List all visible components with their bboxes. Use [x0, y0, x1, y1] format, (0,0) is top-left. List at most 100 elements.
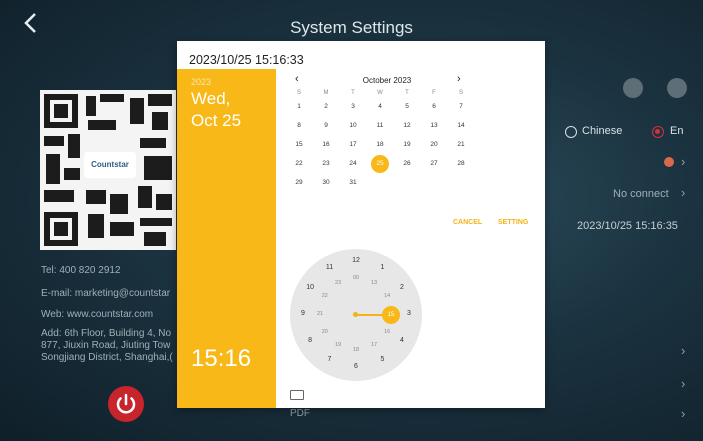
- clock-hour-label[interactable]: 3: [403, 310, 415, 317]
- calendar-day[interactable]: 22: [289, 156, 309, 172]
- calendar-day[interactable]: 16: [316, 137, 336, 153]
- calendar-day[interactable]: 27: [424, 156, 444, 172]
- chevron-right-icon[interactable]: ›: [681, 406, 685, 421]
- calendar-day[interactable]: 2: [316, 99, 336, 115]
- clock-inner-label[interactable]: 17: [368, 342, 380, 348]
- calendar-day[interactable]: 30: [316, 175, 336, 191]
- calendar-day[interactable]: 6: [424, 99, 444, 115]
- page-title: System Settings: [290, 18, 413, 37]
- calendar-day[interactable]: 14: [451, 118, 471, 134]
- weekday-label: W: [377, 90, 383, 96]
- calendar-day[interactable]: 28: [451, 156, 471, 172]
- network-status: No connect: [613, 188, 669, 200]
- edit-icon[interactable]: [623, 78, 643, 98]
- clock-hour-label[interactable]: 7: [324, 356, 336, 363]
- clock-inner-label[interactable]: 21: [314, 311, 326, 317]
- weekday-label: S: [458, 90, 463, 96]
- calendar-day[interactable]: 9: [316, 118, 336, 134]
- clock-hour-label[interactable]: 12: [350, 257, 362, 264]
- calendar-day[interactable]: 11: [370, 118, 390, 134]
- calendar-day[interactable]: 1: [289, 99, 309, 115]
- contact-web: Web: www.countstar.com: [41, 309, 154, 320]
- clock-hour-label[interactable]: 1: [377, 264, 389, 271]
- contact-tel: Tel: 400 820 2912: [41, 265, 121, 276]
- calendar-day[interactable]: 26: [397, 156, 417, 172]
- date-summary-panel: 2023 Wed, Oct 25 15:16: [177, 69, 276, 408]
- clock-inner-label[interactable]: 22: [319, 293, 331, 299]
- clock-face[interactable]: 15 12 1 2 3 4 5 6 7 8 9 10 11 00 13 14 16 17 18 19 20 21 22 23: [290, 249, 422, 381]
- power-icon: [116, 393, 136, 414]
- clock-hour-label[interactable]: 8: [304, 337, 316, 344]
- pdf-label: PDF: [290, 408, 310, 419]
- calendar-day[interactable]: 29: [289, 175, 309, 191]
- clock-inner-label[interactable]: 23: [332, 280, 344, 286]
- calendar-day[interactable]: 31: [343, 175, 363, 191]
- clock-hour-label[interactable]: 4: [396, 337, 408, 344]
- lang-en-label: En: [670, 125, 684, 137]
- contact-email: E-mail: marketing@countstar: [41, 288, 171, 299]
- calendar-day[interactable]: 5: [397, 99, 417, 115]
- chevron-right-icon[interactable]: ›: [681, 343, 685, 358]
- clock-inner-label[interactable]: 00: [350, 275, 362, 281]
- calendar-day[interactable]: 13: [424, 118, 444, 134]
- countstar-logo: Countstar: [84, 152, 136, 178]
- next-month-icon[interactable]: ›: [457, 73, 461, 85]
- clock-inner-label[interactable]: 13: [368, 280, 380, 286]
- calendar-day[interactable]: 18: [370, 137, 390, 153]
- contact-address-3: Songjiang District, Shanghai,(: [41, 352, 173, 363]
- calendar-day[interactable]: 10: [343, 118, 363, 134]
- date-line-2[interactable]: Oct 25: [191, 111, 241, 131]
- datetime-value[interactable]: 2023/10/25 15:16:35: [577, 220, 678, 233]
- keyboard-icon[interactable]: [290, 390, 304, 400]
- clock-inner-label[interactable]: 14: [381, 293, 393, 299]
- time-display[interactable]: 15:16: [191, 345, 251, 373]
- datetime-dialog: 2023/10/25 15:16:33 2023 Wed, Oct 25 15:…: [177, 41, 545, 408]
- calendar-day[interactable]: 23: [316, 156, 336, 172]
- lang-chinese-label: Chinese: [582, 125, 623, 137]
- clock-inner-label[interactable]: 18: [350, 347, 362, 353]
- setting-button[interactable]: SETTING: [498, 219, 528, 226]
- month-label: October 2023: [362, 76, 412, 85]
- clock-inner-label[interactable]: 20: [319, 329, 331, 335]
- clock-hour-label[interactable]: 6: [350, 363, 362, 370]
- dialog-title: 2023/10/25 15:16:33: [189, 53, 304, 67]
- chevron-right-icon[interactable]: ›: [681, 154, 685, 169]
- weekday-label: F: [432, 90, 436, 96]
- prev-month-icon[interactable]: ‹: [295, 73, 299, 85]
- clock-hour-label[interactable]: 2: [396, 284, 408, 291]
- power-button[interactable]: [108, 386, 144, 422]
- weekday-label: T: [351, 90, 355, 96]
- cancel-button[interactable]: CANCEL: [453, 219, 482, 226]
- weekday-label: S: [296, 90, 301, 96]
- calendar-day-selected[interactable]: 25: [371, 155, 389, 173]
- chevron-right-icon[interactable]: ›: [681, 376, 685, 391]
- calendar-day[interactable]: 15: [289, 137, 309, 153]
- clock-hour-label[interactable]: 9: [297, 310, 309, 317]
- clock-handle[interactable]: 15: [382, 306, 400, 324]
- calendar-day[interactable]: 7: [451, 99, 471, 115]
- calendar-day[interactable]: 20: [424, 137, 444, 153]
- status-dot-icon: [664, 157, 674, 167]
- qr-code: Countstar: [40, 90, 176, 250]
- weekday-label: T: [405, 90, 409, 96]
- user-icon[interactable]: [667, 78, 687, 98]
- clock-hour-label[interactable]: 5: [377, 356, 389, 363]
- calendar-day[interactable]: 3: [343, 99, 363, 115]
- calendar-day[interactable]: 17: [343, 137, 363, 153]
- year-label[interactable]: 2023: [191, 77, 211, 87]
- calendar-day[interactable]: 8: [289, 118, 309, 134]
- radio-en[interactable]: [652, 126, 664, 138]
- calendar-day[interactable]: 24: [343, 156, 363, 172]
- clock-center: [353, 312, 358, 317]
- clock-inner-label[interactable]: 16: [381, 329, 393, 335]
- clock-inner-label[interactable]: 19: [332, 342, 344, 348]
- calendar-day[interactable]: 21: [451, 137, 471, 153]
- radio-chinese[interactable]: [565, 126, 577, 138]
- calendar-day[interactable]: 12: [397, 118, 417, 134]
- calendar-day[interactable]: 4: [370, 99, 390, 115]
- date-line-1[interactable]: Wed,: [191, 89, 230, 109]
- clock-hour-label[interactable]: 10: [304, 284, 316, 291]
- clock-hour-label[interactable]: 11: [324, 264, 336, 271]
- calendar-day[interactable]: 19: [397, 137, 417, 153]
- chevron-right-icon[interactable]: ›: [681, 185, 685, 200]
